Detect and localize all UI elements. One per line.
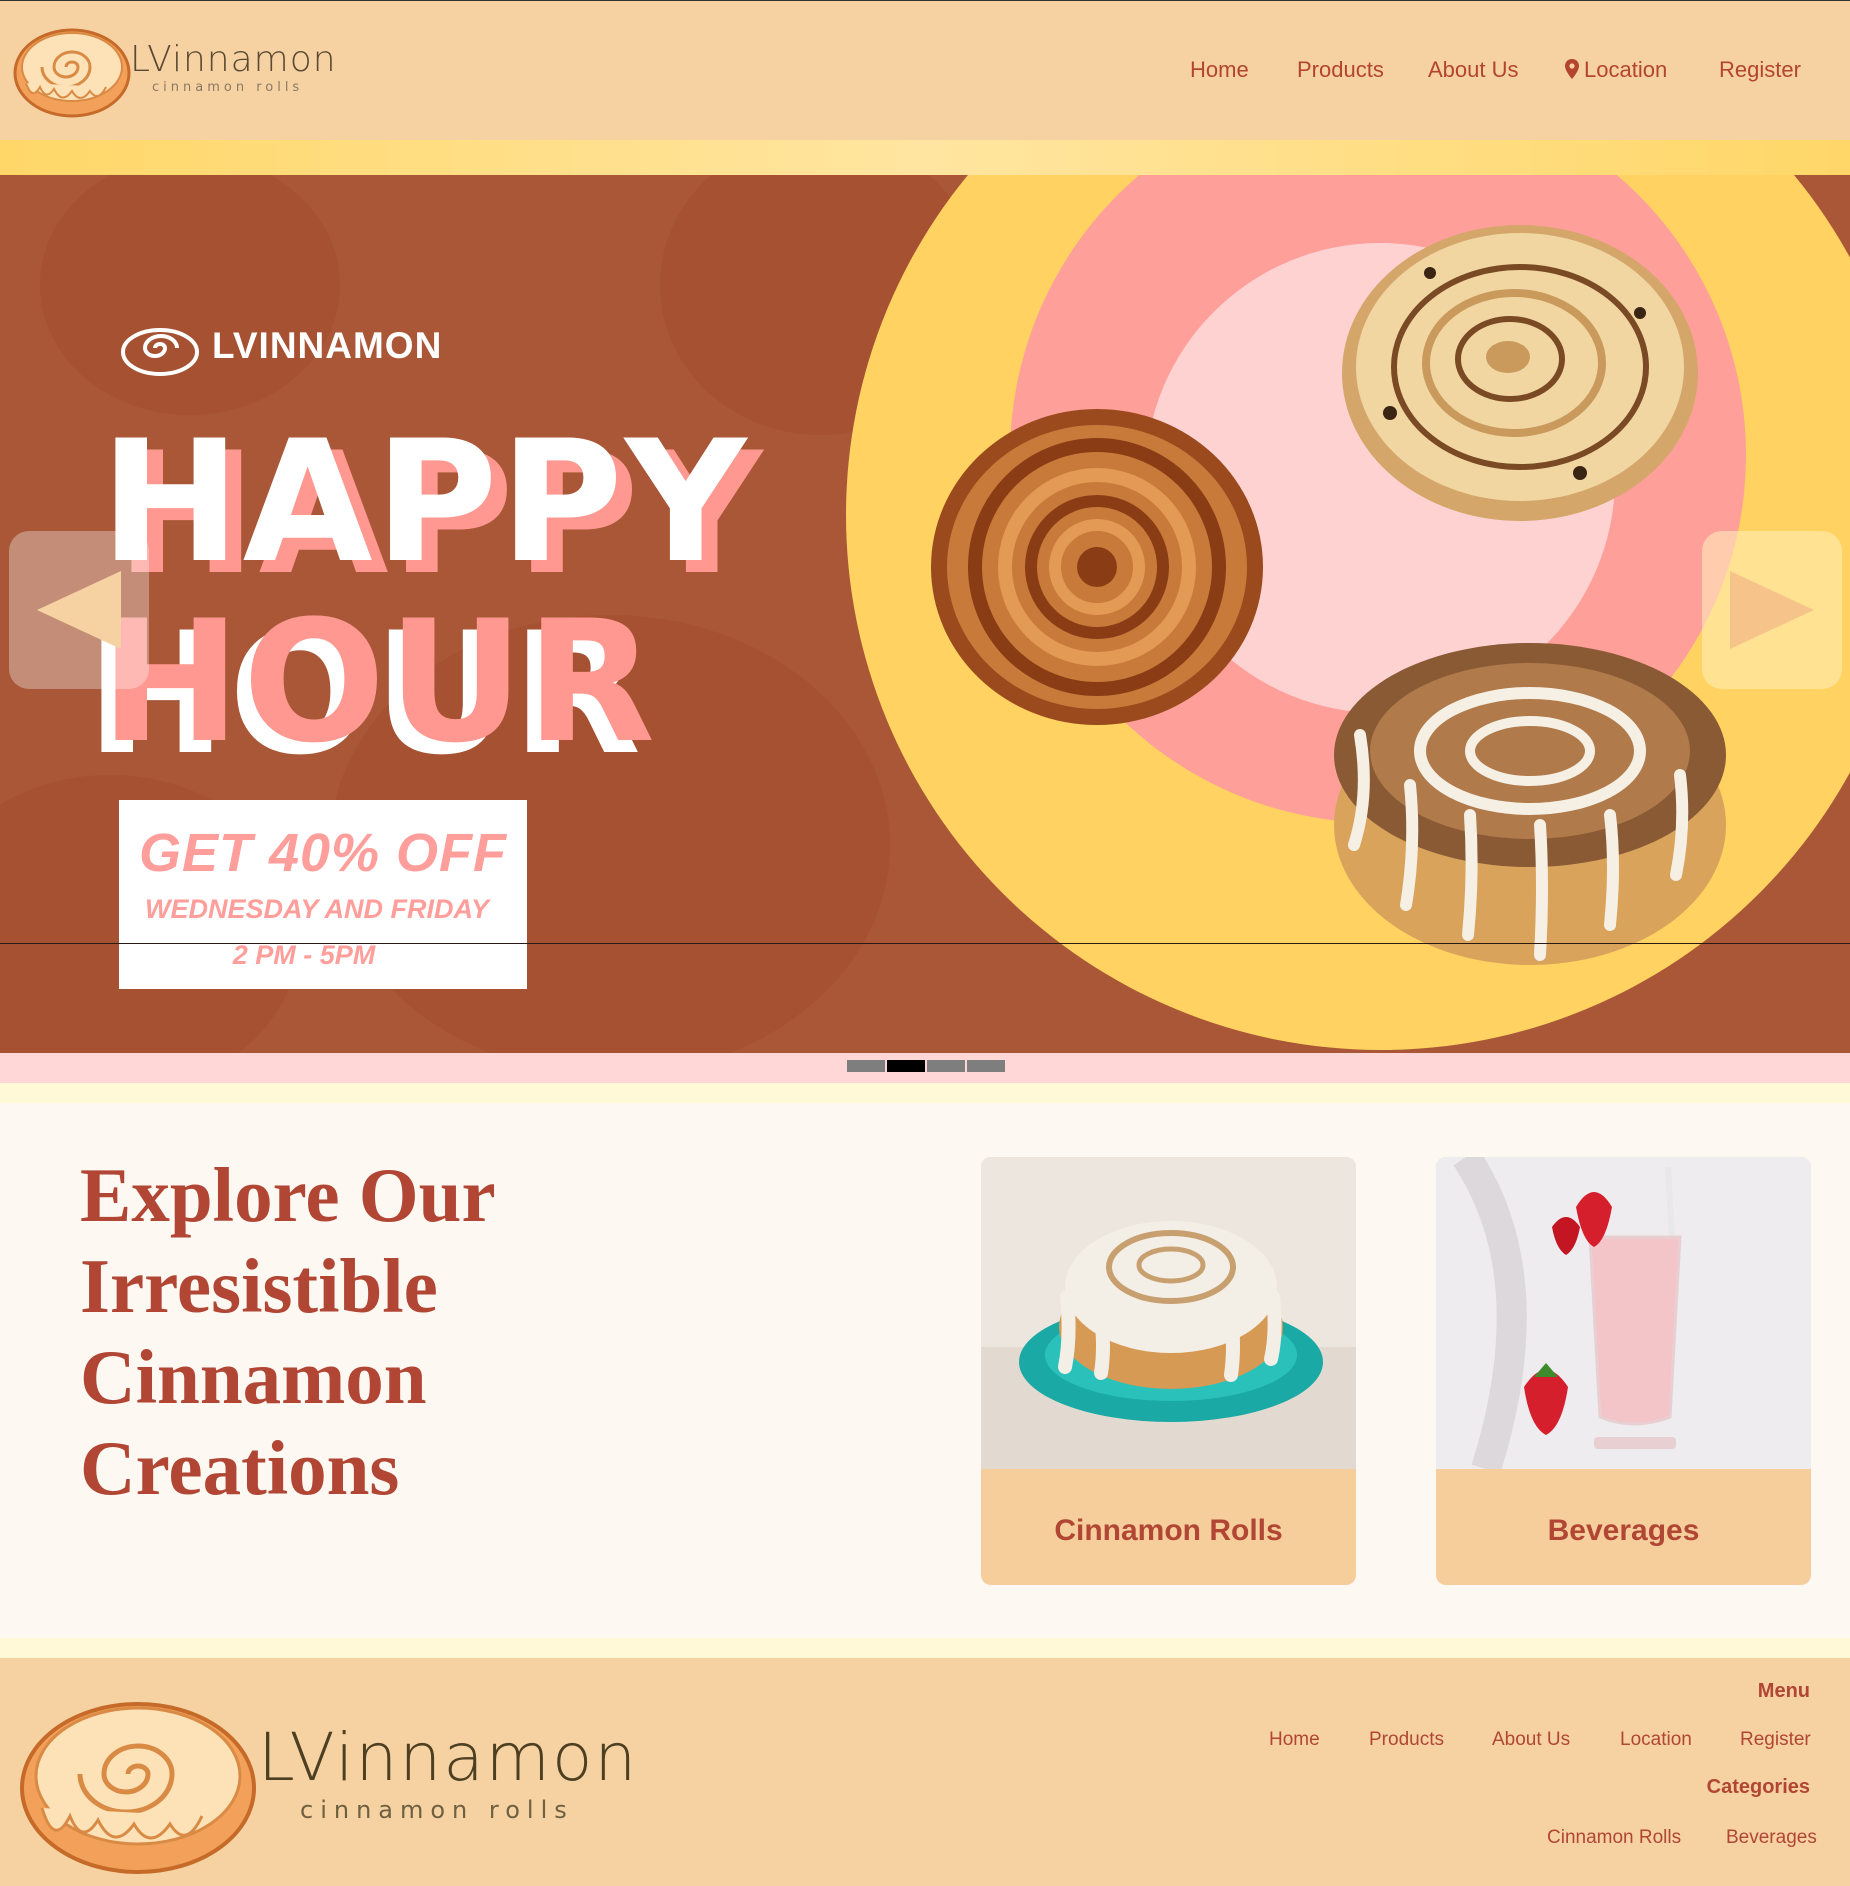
nav-home[interactable]: Home (1190, 57, 1249, 83)
carousel-dot-4[interactable] (967, 1060, 1005, 1072)
cinnamon-roll-outline-icon (121, 328, 199, 376)
site-footer: LVinnamon cinnamon rolls Menu Home Produ… (0, 1658, 1850, 1886)
explore-section: Explore Our Irresistible Cinnamon Creati… (0, 1103, 1850, 1638)
arrow-right-icon (1730, 571, 1814, 649)
carousel-dot-2[interactable] (887, 1060, 925, 1072)
hero-brand-name: LVINNAMON (212, 325, 443, 366)
footer-categories-heading: Categories (1706, 1776, 1810, 1798)
nav-products[interactable]: Products (1297, 57, 1384, 83)
divider-line (0, 943, 1850, 944)
footer-tagline: cinnamon rolls (300, 1796, 574, 1824)
footer-link-products[interactable]: Products (1369, 1729, 1444, 1751)
cinnamon-roll-light (1342, 225, 1698, 521)
footer-brand-name: LVinnamon (258, 1719, 639, 1796)
footer-link-location[interactable]: Location (1620, 1729, 1692, 1751)
nav-about-us[interactable]: About Us (1428, 57, 1519, 83)
carousel-dot-3[interactable] (927, 1060, 965, 1072)
category-card-beverages[interactable]: Beverages (1436, 1157, 1811, 1585)
category-card-label: Cinnamon Rolls (1054, 1514, 1283, 1547)
footer-link-register[interactable]: Register (1740, 1729, 1811, 1751)
strawberry-milkshake-image (1436, 1157, 1811, 1469)
nav-register[interactable]: Register (1719, 57, 1801, 83)
category-card-cinnamon-rolls[interactable]: Cinnamon Rolls (981, 1157, 1356, 1585)
carousel-next-button[interactable] (1702, 531, 1842, 689)
cinnamon-roll-iced (1334, 643, 1726, 965)
hero-headline-hour: HOUR (100, 584, 658, 780)
hero-headline-happy: HAPPY (100, 404, 749, 600)
promo-hours: 2 PM - 5PM (232, 940, 376, 970)
category-card-label: Beverages (1547, 1514, 1700, 1547)
hero-carousel: LVINNAMON HAPPY HOUR GET 40% OFF WEDNESD… (0, 175, 1850, 1053)
nav-location-label: Location (1584, 57, 1668, 82)
carousel-indicators (0, 1053, 1850, 1083)
site-header: LVinnamon cinnamon rolls Home Products A… (0, 0, 1850, 140)
promo-discount: GET 40% OFF (138, 823, 508, 883)
promo-box: GET 40% OFF WEDNESDAY AND FRIDAY 2 PM - … (119, 800, 527, 989)
decorative-strip (0, 1638, 1850, 1658)
promo-days: WEDNESDAY AND FRIDAY (144, 894, 489, 924)
footer-menu-heading: Menu (1757, 1680, 1810, 1702)
cinnamon-roll-logo-icon[interactable] (18, 1690, 258, 1876)
decorative-strip (0, 140, 1850, 175)
main-nav: Home Products About Us Location Register (0, 57, 1850, 89)
cinnamon-roll-dark (931, 409, 1263, 725)
footer-link-cinnamon-rolls[interactable]: Cinnamon Rolls (1547, 1827, 1681, 1849)
footer-link-home[interactable]: Home (1269, 1729, 1320, 1751)
decorative-strip (0, 1083, 1850, 1103)
arrow-left-icon (37, 571, 121, 649)
carousel-prev-button[interactable] (9, 531, 149, 689)
carousel-dot-1[interactable] (847, 1060, 885, 1072)
footer-link-about-us[interactable]: About Us (1492, 1729, 1570, 1751)
cinnamon-roll-plate-image (981, 1157, 1356, 1469)
footer-link-beverages[interactable]: Beverages (1726, 1827, 1817, 1849)
nav-location[interactable]: Location (1565, 57, 1667, 83)
map-pin-icon (1565, 59, 1579, 79)
explore-heading: Explore Our Irresistible Cinnamon Creati… (80, 1152, 495, 1511)
